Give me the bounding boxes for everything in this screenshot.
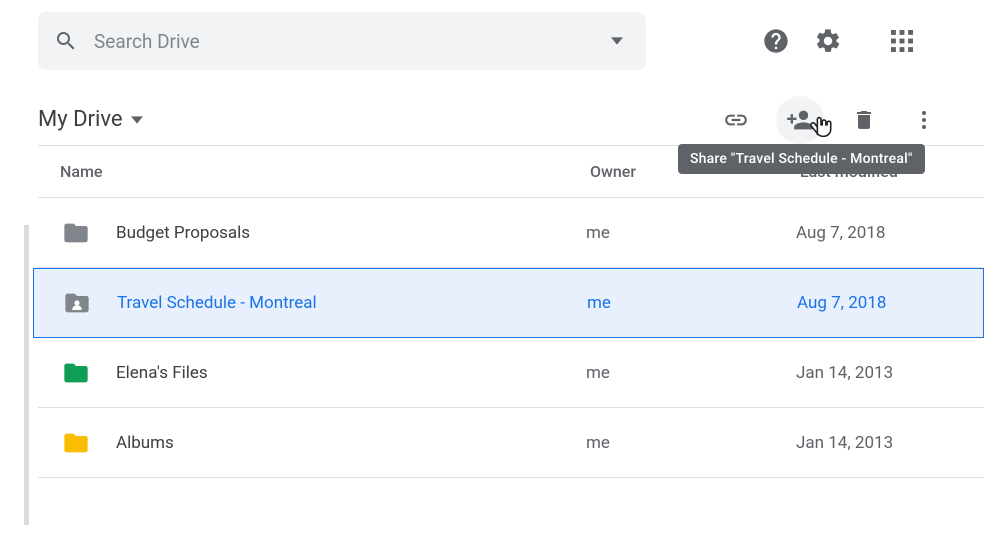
table-row[interactable]: Travel Schedule - Montreal me Aug 7, 201… [33,268,984,338]
search-placeholder: Search Drive [94,30,588,53]
file-modified: Aug 7, 2018 [797,293,983,313]
share-button[interactable]: Share "Travel Schedule - Montreal" [776,96,824,144]
file-modified: Jan 14, 2013 [796,363,984,383]
breadcrumb[interactable]: My Drive [38,107,143,132]
more-options-button[interactable] [910,106,938,134]
help-icon[interactable] [762,27,790,55]
search-icon [52,27,80,55]
search-options-dropdown[interactable] [602,26,632,56]
file-table: Name Owner Last modified Budget Proposal… [38,146,984,478]
delete-button[interactable] [850,106,878,134]
file-name: Travel Schedule - Montreal [117,293,587,313]
file-name: Elena's Files [116,363,586,383]
table-row[interactable]: Budget Proposals me Aug 7, 2018 [38,198,984,268]
chevron-down-icon [131,116,143,124]
file-owner: me [587,293,797,313]
file-modified: Jan 14, 2013 [796,433,984,453]
folder-icon [60,427,92,459]
folder-icon [61,287,93,319]
gear-icon[interactable] [814,27,842,55]
get-link-button[interactable] [722,106,750,134]
folder-icon [60,217,92,249]
apps-grid-icon[interactable] [888,27,916,55]
file-name: Budget Proposals [116,223,586,243]
file-owner: me [586,433,796,453]
table-row[interactable]: Albums me Jan 14, 2013 [38,408,984,478]
tooltip: Share "Travel Schedule - Montreal" [678,144,925,174]
folder-icon [60,357,92,389]
scrollbar[interactable] [24,225,29,525]
column-name[interactable]: Name [60,162,590,181]
file-owner: me [586,363,796,383]
table-row[interactable]: Elena's Files me Jan 14, 2013 [38,338,984,408]
file-name: Albums [116,433,586,453]
file-owner: me [586,223,796,243]
file-modified: Aug 7, 2018 [796,223,984,243]
breadcrumb-label: My Drive [38,107,123,132]
search-bar[interactable]: Search Drive [38,12,646,70]
